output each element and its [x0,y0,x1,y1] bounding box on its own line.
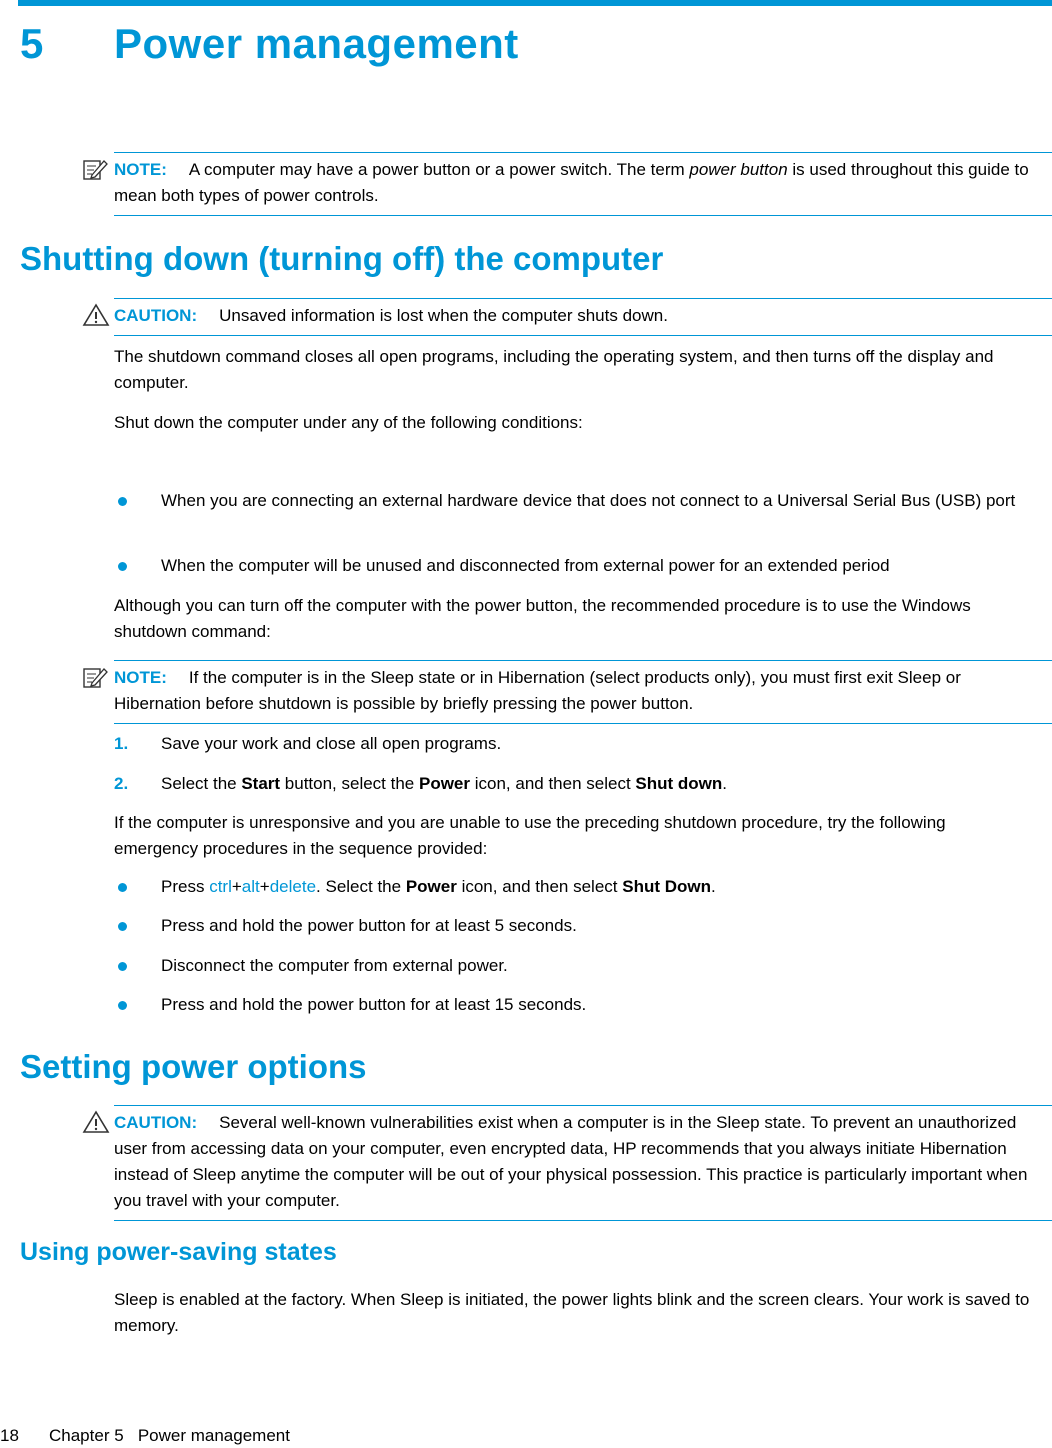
page-number: 18 [0,1426,19,1445]
section-heading-shutdown: Shutting down (turning off) the computer [20,240,664,277]
list-item-text: Disconnect the computer from external po… [161,956,508,975]
key-delete-link[interactable]: delete [270,877,316,896]
list-item-text: Press and hold the power button for at l… [161,995,587,1014]
step-item: 1. Save your work and close all open pro… [114,731,1034,757]
warning-icon [82,303,110,326]
list-item: Press ctrl+alt+delete. Select the Power … [114,874,1034,900]
chapter-title: Power management [114,20,519,67]
note-emphasis: power button [689,160,788,179]
step-text: Save your work and close all open progra… [161,734,502,753]
list-item-text: When you are connecting an external hard… [161,491,1016,510]
caution-label: CAUTION: [114,1113,198,1132]
list-item: Disconnect the computer from external po… [114,953,1034,979]
note-box: NOTE: A computer may have a power button … [83,152,1052,216]
key-alt-link[interactable]: alt [242,877,260,896]
key-ctrl-link[interactable]: ctrl [209,877,232,896]
list-item: When the computer will be unused and dis… [114,553,1034,579]
caution-text: Unsaved information is lost when the com… [219,306,668,325]
note-icon [83,160,108,180]
top-rule [18,0,1052,6]
note-label: NOTE: [114,668,167,687]
bullet-icon [118,497,127,506]
step-number: 1. [114,734,129,753]
list-item-text: Press ctrl+alt+delete. Select the Power … [161,877,716,896]
section-heading-power-saving: Using power-saving states [20,1238,337,1266]
note-text: If the computer is in the Sleep state or… [114,668,961,713]
bullet-icon [118,1001,127,1010]
note-label: NOTE: [114,160,167,179]
caution-box: CAUTION: Unsaved information is lost when… [82,298,1052,336]
section-heading-power-options: Setting power options [20,1048,367,1085]
list-item: Press and hold the power button for at l… [114,913,1034,939]
bullet-icon [118,922,127,931]
step-text: Select the Start button, select the Powe… [161,774,728,793]
warning-icon [82,1110,110,1133]
step-item: 2. Select the Start button, select the P… [114,771,1034,797]
list-item: Press and hold the power button for at l… [114,992,1034,1018]
bullet-icon [118,883,127,892]
list-item-text: When the computer will be unused and dis… [161,556,890,575]
footer-text: Chapter 5 Power management [49,1426,290,1445]
list-item-text: Press and hold the power button for at l… [161,916,577,935]
paragraph: Although you can turn off the computer w… [114,596,971,641]
paragraph: The shutdown command closes all open pro… [114,347,994,392]
bullet-icon [118,962,127,971]
caution-label: CAUTION: [114,306,198,325]
paragraph: Sleep is enabled at the factory. When Sl… [114,1290,1030,1335]
note-box: NOTE: If the computer is in the Sleep sta… [83,660,1052,724]
caution-box: CAUTION: Several well-known vulnerabiliti… [82,1105,1052,1221]
paragraph: Shut down the computer under any of the … [114,413,583,432]
caution-text: Several well-known vulnerabilities exist… [114,1113,1028,1210]
step-number: 2. [114,774,129,793]
chapter-number: 5 [20,20,44,67]
bullet-icon [118,562,127,571]
note-icon [83,668,108,688]
note-text: A computer may have a power button or a … [188,160,690,179]
list-item: When you are connecting an external hard… [114,488,1034,514]
paragraph: If the computer is unresponsive and you … [114,813,946,858]
